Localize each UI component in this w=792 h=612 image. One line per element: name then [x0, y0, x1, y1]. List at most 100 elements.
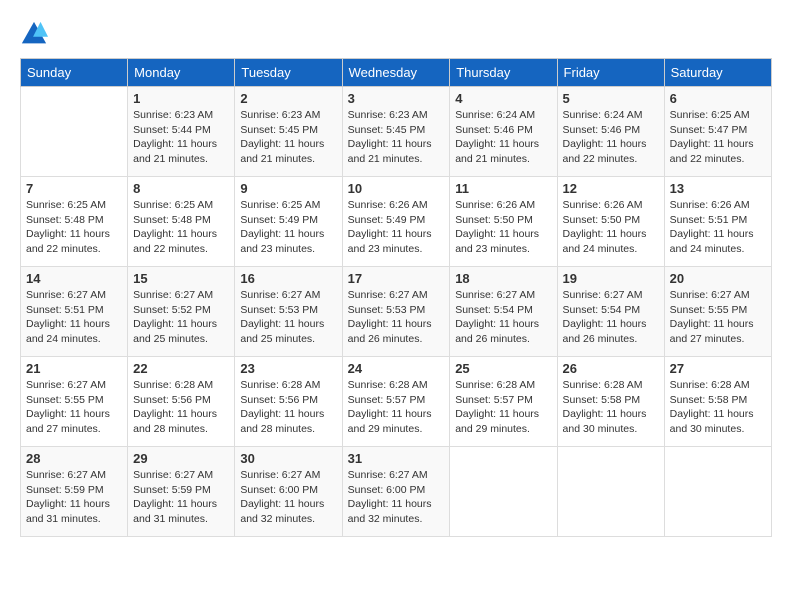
day-cell: 19 Sunrise: 6:27 AMSunset: 5:54 PMDayligh…	[557, 267, 664, 357]
day-number: 17	[348, 271, 445, 286]
day-info: Sunrise: 6:26 AMSunset: 5:50 PMDaylight:…	[563, 198, 659, 257]
day-cell	[21, 87, 128, 177]
day-info: Sunrise: 6:26 AMSunset: 5:50 PMDaylight:…	[455, 198, 551, 257]
day-info: Sunrise: 6:27 AMSunset: 5:54 PMDaylight:…	[455, 288, 551, 347]
day-number: 27	[670, 361, 766, 376]
header-friday: Friday	[557, 59, 664, 87]
logo-icon	[20, 20, 48, 48]
day-number: 13	[670, 181, 766, 196]
day-cell: 28 Sunrise: 6:27 AMSunset: 5:59 PMDayligh…	[21, 447, 128, 537]
day-cell	[450, 447, 557, 537]
day-number: 23	[240, 361, 336, 376]
day-cell: 21 Sunrise: 6:27 AMSunset: 5:55 PMDayligh…	[21, 357, 128, 447]
day-info: Sunrise: 6:26 AMSunset: 5:49 PMDaylight:…	[348, 198, 445, 257]
day-number: 8	[133, 181, 229, 196]
day-number: 19	[563, 271, 659, 286]
day-cell: 9 Sunrise: 6:25 AMSunset: 5:49 PMDaylight…	[235, 177, 342, 267]
day-number: 28	[26, 451, 122, 466]
day-number: 15	[133, 271, 229, 286]
day-info: Sunrise: 6:27 AMSunset: 6:00 PMDaylight:…	[348, 468, 445, 527]
day-cell: 3 Sunrise: 6:23 AMSunset: 5:45 PMDaylight…	[342, 87, 450, 177]
day-number: 14	[26, 271, 122, 286]
day-number: 4	[455, 91, 551, 106]
day-cell	[557, 447, 664, 537]
day-cell: 11 Sunrise: 6:26 AMSunset: 5:50 PMDayligh…	[450, 177, 557, 267]
day-number: 20	[670, 271, 766, 286]
day-info: Sunrise: 6:25 AMSunset: 5:48 PMDaylight:…	[26, 198, 122, 257]
day-number: 6	[670, 91, 766, 106]
calendar-table: SundayMondayTuesdayWednesdayThursdayFrid…	[20, 58, 772, 537]
day-number: 21	[26, 361, 122, 376]
day-number: 31	[348, 451, 445, 466]
day-info: Sunrise: 6:27 AMSunset: 5:54 PMDaylight:…	[563, 288, 659, 347]
day-number: 26	[563, 361, 659, 376]
day-number: 25	[455, 361, 551, 376]
day-info: Sunrise: 6:27 AMSunset: 5:59 PMDaylight:…	[26, 468, 122, 527]
day-cell: 12 Sunrise: 6:26 AMSunset: 5:50 PMDayligh…	[557, 177, 664, 267]
day-info: Sunrise: 6:28 AMSunset: 5:58 PMDaylight:…	[670, 378, 766, 437]
day-number: 12	[563, 181, 659, 196]
day-cell: 13 Sunrise: 6:26 AMSunset: 5:51 PMDayligh…	[664, 177, 771, 267]
day-cell: 29 Sunrise: 6:27 AMSunset: 5:59 PMDayligh…	[128, 447, 235, 537]
day-cell: 14 Sunrise: 6:27 AMSunset: 5:51 PMDayligh…	[21, 267, 128, 357]
day-info: Sunrise: 6:28 AMSunset: 5:56 PMDaylight:…	[240, 378, 336, 437]
week-row-1: 1 Sunrise: 6:23 AMSunset: 5:44 PMDaylight…	[21, 87, 772, 177]
day-cell: 10Sunrise: 6:26 AMSunset: 5:49 PMDayligh…	[342, 177, 450, 267]
day-info: Sunrise: 6:27 AMSunset: 5:55 PMDaylight:…	[670, 288, 766, 347]
day-cell: 22 Sunrise: 6:28 AMSunset: 5:56 PMDayligh…	[128, 357, 235, 447]
day-number: 3	[348, 91, 445, 106]
day-cell: 24 Sunrise: 6:28 AMSunset: 5:57 PMDayligh…	[342, 357, 450, 447]
day-cell: 1 Sunrise: 6:23 AMSunset: 5:44 PMDaylight…	[128, 87, 235, 177]
day-cell	[664, 447, 771, 537]
day-info: Sunrise: 6:27 AMSunset: 5:53 PMDaylight:…	[348, 288, 445, 347]
day-cell: 18 Sunrise: 6:27 AMSunset: 5:54 PMDayligh…	[450, 267, 557, 357]
day-cell: 26 Sunrise: 6:28 AMSunset: 5:58 PMDayligh…	[557, 357, 664, 447]
week-row-4: 21 Sunrise: 6:27 AMSunset: 5:55 PMDayligh…	[21, 357, 772, 447]
day-info: Sunrise: 6:28 AMSunset: 5:57 PMDaylight:…	[455, 378, 551, 437]
day-number: 22	[133, 361, 229, 376]
day-number: 16	[240, 271, 336, 286]
day-cell: 20 Sunrise: 6:27 AMSunset: 5:55 PMDayligh…	[664, 267, 771, 357]
day-number: 7	[26, 181, 122, 196]
day-number: 30	[240, 451, 336, 466]
day-number: 2	[240, 91, 336, 106]
day-info: Sunrise: 6:28 AMSunset: 5:56 PMDaylight:…	[133, 378, 229, 437]
header-tuesday: Tuesday	[235, 59, 342, 87]
day-number: 11	[455, 181, 551, 196]
day-info: Sunrise: 6:27 AMSunset: 5:53 PMDaylight:…	[240, 288, 336, 347]
day-cell: 15 Sunrise: 6:27 AMSunset: 5:52 PMDayligh…	[128, 267, 235, 357]
day-info: Sunrise: 6:25 AMSunset: 5:47 PMDaylight:…	[670, 108, 766, 167]
day-number: 18	[455, 271, 551, 286]
day-info: Sunrise: 6:27 AMSunset: 5:55 PMDaylight:…	[26, 378, 122, 437]
day-number: 29	[133, 451, 229, 466]
day-number: 24	[348, 361, 445, 376]
day-cell: 16 Sunrise: 6:27 AMSunset: 5:53 PMDayligh…	[235, 267, 342, 357]
day-info: Sunrise: 6:25 AMSunset: 5:49 PMDaylight:…	[240, 198, 336, 257]
day-info: Sunrise: 6:27 AMSunset: 5:59 PMDaylight:…	[133, 468, 229, 527]
day-info: Sunrise: 6:27 AMSunset: 5:51 PMDaylight:…	[26, 288, 122, 347]
day-cell: 25 Sunrise: 6:28 AMSunset: 5:57 PMDayligh…	[450, 357, 557, 447]
day-info: Sunrise: 6:24 AMSunset: 5:46 PMDaylight:…	[563, 108, 659, 167]
day-cell: 31 Sunrise: 6:27 AMSunset: 6:00 PMDayligh…	[342, 447, 450, 537]
day-info: Sunrise: 6:27 AMSunset: 5:52 PMDaylight:…	[133, 288, 229, 347]
day-info: Sunrise: 6:25 AMSunset: 5:48 PMDaylight:…	[133, 198, 229, 257]
day-info: Sunrise: 6:23 AMSunset: 5:45 PMDaylight:…	[348, 108, 445, 167]
day-cell: 5Sunrise: 6:24 AMSunset: 5:46 PMDaylight…	[557, 87, 664, 177]
day-cell: 30Sunrise: 6:27 AMSunset: 6:00 PMDayligh…	[235, 447, 342, 537]
day-info: Sunrise: 6:26 AMSunset: 5:51 PMDaylight:…	[670, 198, 766, 257]
day-number: 9	[240, 181, 336, 196]
day-cell: 17 Sunrise: 6:27 AMSunset: 5:53 PMDayligh…	[342, 267, 450, 357]
day-info: Sunrise: 6:28 AMSunset: 5:58 PMDaylight:…	[563, 378, 659, 437]
week-row-5: 28 Sunrise: 6:27 AMSunset: 5:59 PMDayligh…	[21, 447, 772, 537]
logo	[20, 20, 50, 48]
header-sunday: Sunday	[21, 59, 128, 87]
day-number: 1	[133, 91, 229, 106]
header-saturday: Saturday	[664, 59, 771, 87]
week-row-3: 14 Sunrise: 6:27 AMSunset: 5:51 PMDayligh…	[21, 267, 772, 357]
header-monday: Monday	[128, 59, 235, 87]
day-info: Sunrise: 6:23 AMSunset: 5:44 PMDaylight:…	[133, 108, 229, 167]
day-cell: 27 Sunrise: 6:28 AMSunset: 5:58 PMDayligh…	[664, 357, 771, 447]
week-row-2: 7 Sunrise: 6:25 AMSunset: 5:48 PMDaylight…	[21, 177, 772, 267]
day-info: Sunrise: 6:28 AMSunset: 5:57 PMDaylight:…	[348, 378, 445, 437]
day-cell: 8 Sunrise: 6:25 AMSunset: 5:48 PMDaylight…	[128, 177, 235, 267]
